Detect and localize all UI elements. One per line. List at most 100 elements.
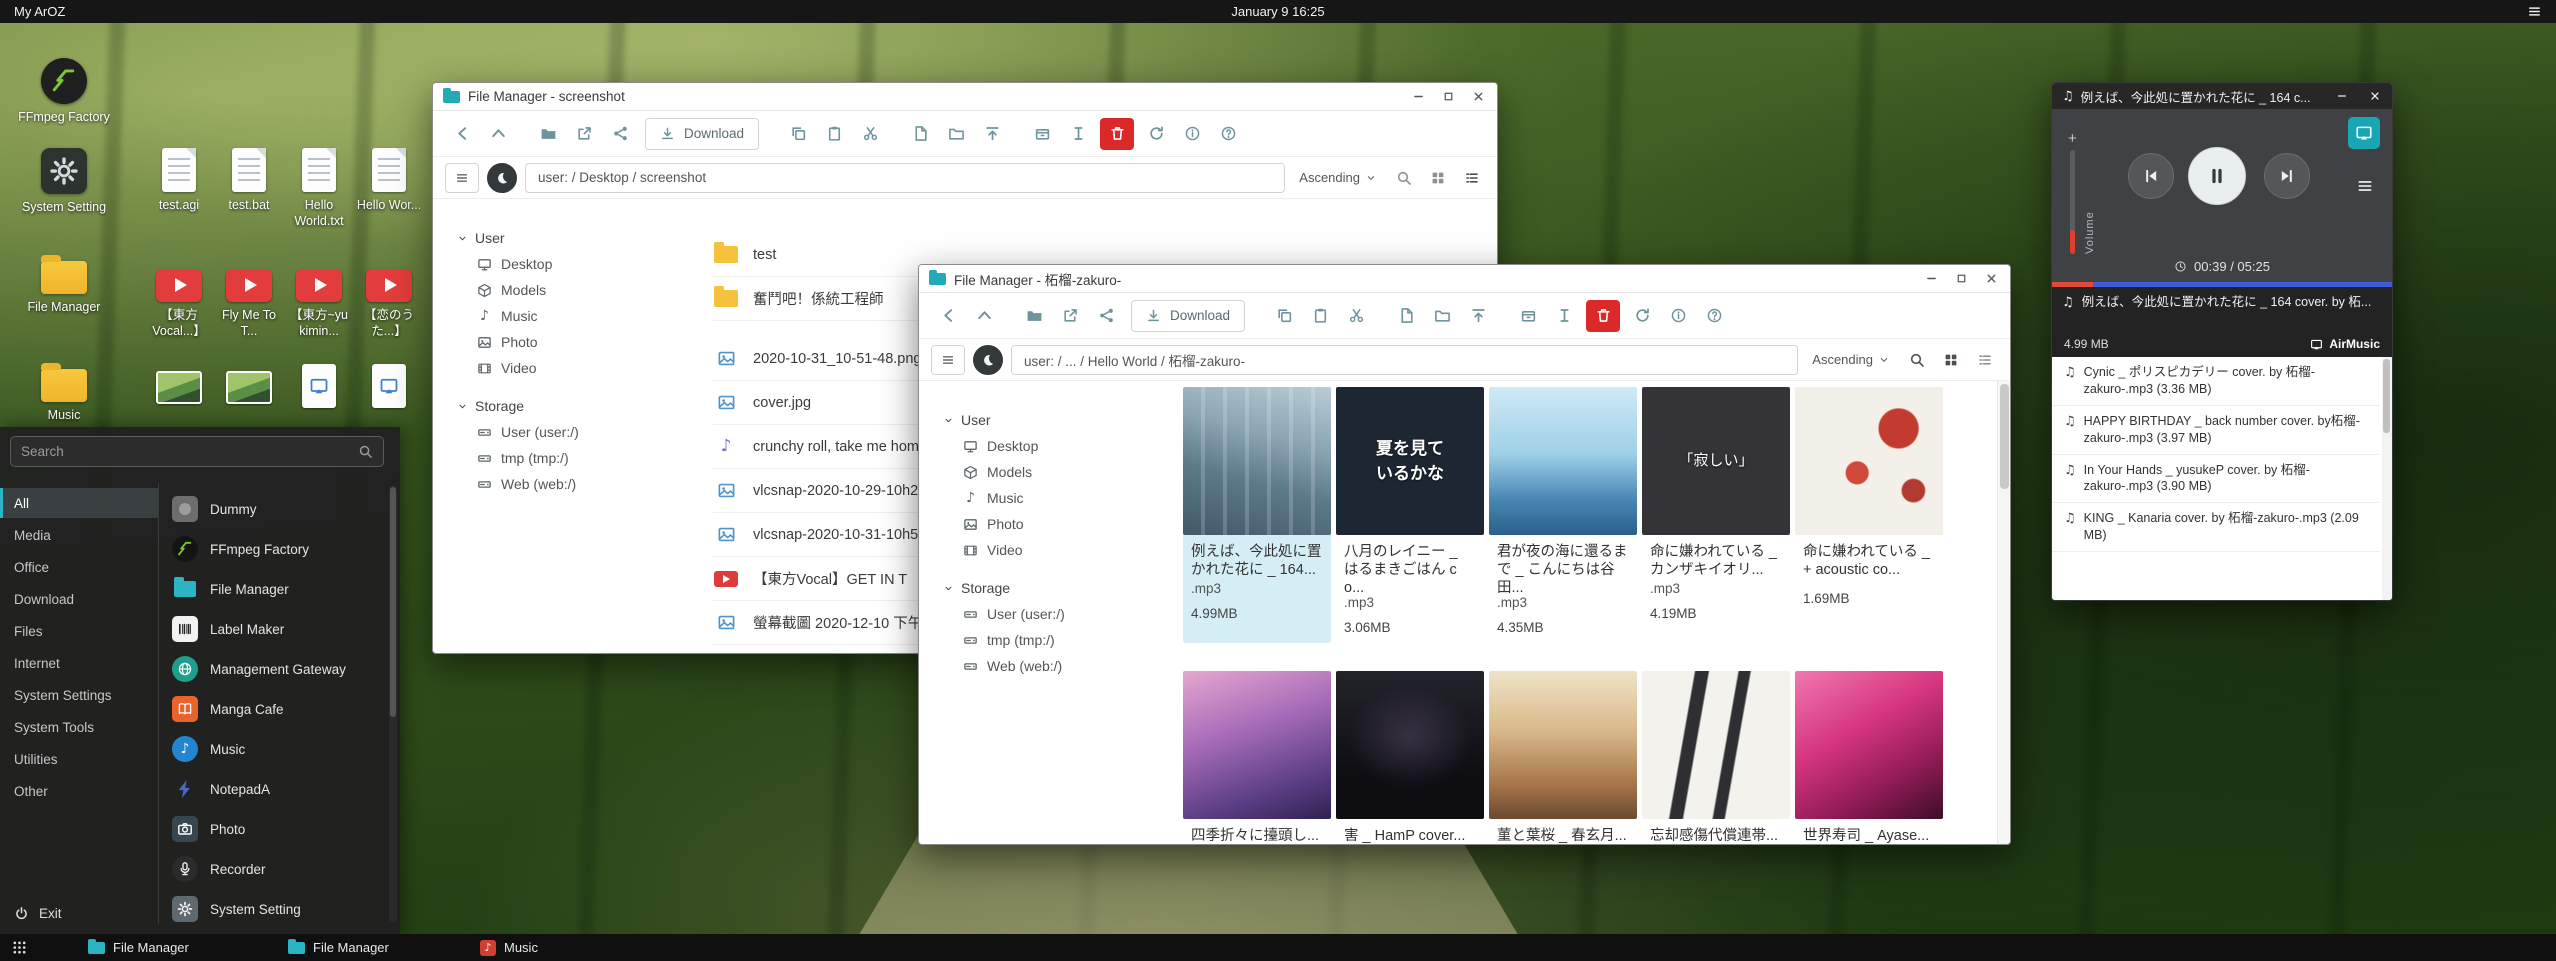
desktop-file-icon[interactable] bbox=[216, 364, 282, 404]
window-titlebar[interactable]: File Manager - 柘榴-zakuro- bbox=[919, 265, 2010, 293]
maximize-button[interactable] bbox=[1946, 267, 1976, 291]
pause-button[interactable] bbox=[2188, 147, 2246, 205]
file-tile-selected[interactable]: 例えば、今此処に置かれた花に _ 164... .mp3 4.99MB bbox=[1183, 387, 1331, 643]
scrollbar-thumb[interactable] bbox=[2383, 359, 2390, 433]
sidebar-item-music[interactable]: ♪Music bbox=[943, 485, 1169, 511]
sidebar-item-video[interactable]: Video bbox=[457, 355, 683, 381]
open-button[interactable] bbox=[1017, 300, 1051, 332]
rename-button[interactable] bbox=[1547, 300, 1581, 332]
download-button[interactable]: Download bbox=[1131, 300, 1245, 332]
delete-button[interactable] bbox=[1100, 118, 1134, 150]
previous-track-button[interactable] bbox=[2128, 153, 2174, 199]
app-item-notepada[interactable]: NotepadA bbox=[166, 770, 384, 808]
up-button[interactable] bbox=[967, 300, 1001, 332]
player-titlebar[interactable]: ♫ 例えば、今此処に置かれた花に _ 164 c... bbox=[2052, 83, 2392, 109]
download-button[interactable]: Download bbox=[645, 118, 759, 150]
volume-slider[interactable]: + Volume bbox=[2068, 131, 2096, 254]
category-system-settings[interactable]: System Settings bbox=[0, 680, 158, 710]
scrollbar-thumb[interactable] bbox=[2000, 384, 2009, 489]
playlist-item[interactable]: ♫HAPPY BIRTHDAY _ back number cover. by柘… bbox=[2052, 406, 2380, 455]
sidebar-item-models[interactable]: Models bbox=[943, 459, 1169, 485]
scrollbar-thumb[interactable] bbox=[390, 487, 396, 717]
archive-button[interactable] bbox=[1511, 300, 1545, 332]
desktop-icon-music[interactable]: Music bbox=[18, 362, 110, 424]
app-item-system-setting[interactable]: System Setting bbox=[166, 890, 384, 928]
cut-button[interactable] bbox=[853, 118, 887, 150]
copy-button[interactable] bbox=[781, 118, 815, 150]
playlist-item[interactable]: ♫KING _ Kanaria cover. by 柘榴-zakuro-.mp3… bbox=[2052, 503, 2380, 552]
desktop-file-icon[interactable]: 【恋のうた...】 bbox=[356, 262, 422, 339]
taskbar-item-file-manager-2[interactable]: File Manager bbox=[278, 934, 399, 961]
app-item-recorder[interactable]: Recorder bbox=[166, 850, 384, 888]
help-button[interactable] bbox=[1697, 300, 1731, 332]
search-box[interactable] bbox=[10, 436, 384, 467]
app-launcher-button[interactable] bbox=[0, 934, 38, 961]
category-utilities[interactable]: Utilities bbox=[0, 744, 158, 774]
upload-button[interactable] bbox=[1461, 300, 1495, 332]
file-tile[interactable]: 命に嫌われている _ + acoustic co... 1.69MB bbox=[1795, 387, 1943, 643]
dark-mode-toggle[interactable] bbox=[973, 345, 1003, 375]
volume-up-icon[interactable]: + bbox=[2068, 131, 2077, 146]
up-button[interactable] bbox=[481, 118, 515, 150]
next-track-button[interactable] bbox=[2264, 153, 2310, 199]
desktop-file-icon[interactable]: Hello World.txt bbox=[286, 148, 352, 229]
minimize-button[interactable] bbox=[1916, 267, 1946, 291]
help-button[interactable] bbox=[1211, 118, 1245, 150]
volume-track[interactable] bbox=[2070, 150, 2075, 254]
window-titlebar[interactable]: File Manager - screenshot bbox=[433, 83, 1497, 111]
hamburger-menu-icon[interactable] bbox=[2527, 4, 2542, 19]
system-menu[interactable]: My ArOZ bbox=[14, 4, 65, 19]
paste-button[interactable] bbox=[817, 118, 851, 150]
sidebar-section-user[interactable]: User bbox=[457, 225, 683, 251]
delete-button[interactable] bbox=[1586, 300, 1620, 332]
paste-button[interactable] bbox=[1303, 300, 1337, 332]
category-office[interactable]: Office bbox=[0, 552, 158, 582]
back-button[interactable] bbox=[445, 118, 479, 150]
sidebar-item-user-drive[interactable]: User (user:/) bbox=[457, 419, 683, 445]
file-tile[interactable]: 害 _ HamP cover... bbox=[1336, 671, 1484, 845]
desktop-file-icon[interactable]: 【東方~yu kimin... bbox=[286, 262, 352, 339]
category-internet[interactable]: Internet bbox=[0, 648, 158, 678]
file-tile[interactable]: 四季折々に擡頭し... bbox=[1183, 671, 1331, 845]
desktop-file-icon[interactable]: 【東方Vocal...】 bbox=[146, 262, 212, 339]
taskbar-item-file-manager-1[interactable]: File Manager bbox=[78, 934, 199, 961]
new-folder-button[interactable] bbox=[939, 118, 973, 150]
category-system-tools[interactable]: System Tools bbox=[0, 712, 158, 742]
open-in-new-window-button[interactable] bbox=[567, 118, 601, 150]
sidebar-item-music[interactable]: ♪Music bbox=[457, 303, 683, 329]
sidebar-section-storage[interactable]: Storage bbox=[943, 575, 1169, 601]
minimize-button[interactable] bbox=[1403, 85, 1433, 109]
new-file-button[interactable] bbox=[903, 118, 937, 150]
sidebar-item-video[interactable]: Video bbox=[943, 537, 1169, 563]
refresh-button[interactable] bbox=[1625, 300, 1659, 332]
desktop-file-icon[interactable]: test.agi bbox=[146, 148, 212, 214]
seek-bar[interactable] bbox=[2052, 282, 2392, 287]
desktop-file-icon[interactable] bbox=[286, 364, 352, 408]
desktop-file-icon[interactable] bbox=[356, 364, 422, 408]
sort-select[interactable]: Ascending bbox=[1299, 170, 1377, 185]
category-other[interactable]: Other bbox=[0, 776, 158, 806]
category-all[interactable]: All bbox=[0, 488, 158, 518]
desktop-file-icon[interactable] bbox=[146, 364, 212, 404]
upload-button[interactable] bbox=[975, 118, 1009, 150]
close-button[interactable] bbox=[1976, 267, 2006, 291]
category-files[interactable]: Files bbox=[0, 616, 158, 646]
search-input[interactable] bbox=[21, 444, 350, 459]
sidebar-section-user[interactable]: User bbox=[943, 407, 1169, 433]
exit-button[interactable]: Exit bbox=[14, 906, 62, 921]
rename-button[interactable] bbox=[1061, 118, 1095, 150]
new-folder-button[interactable] bbox=[1425, 300, 1459, 332]
scrollbar[interactable] bbox=[1997, 381, 2010, 844]
app-item-management-gateway[interactable]: Management Gateway bbox=[166, 650, 384, 688]
app-item-label-maker[interactable]: Label Maker bbox=[166, 610, 384, 648]
desktop-icon-file-manager[interactable]: File Manager bbox=[18, 254, 110, 316]
sidebar-item-web-drive[interactable]: Web (web:/) bbox=[457, 471, 683, 497]
path-input[interactable] bbox=[1011, 345, 1798, 375]
search-button[interactable] bbox=[1391, 165, 1417, 191]
sidebar-section-storage[interactable]: Storage bbox=[457, 393, 683, 419]
share-button[interactable] bbox=[1089, 300, 1123, 332]
app-item-music[interactable]: ♪Music bbox=[166, 730, 384, 768]
back-button[interactable] bbox=[931, 300, 965, 332]
copy-button[interactable] bbox=[1267, 300, 1301, 332]
sidebar-item-desktop[interactable]: Desktop bbox=[457, 251, 683, 277]
